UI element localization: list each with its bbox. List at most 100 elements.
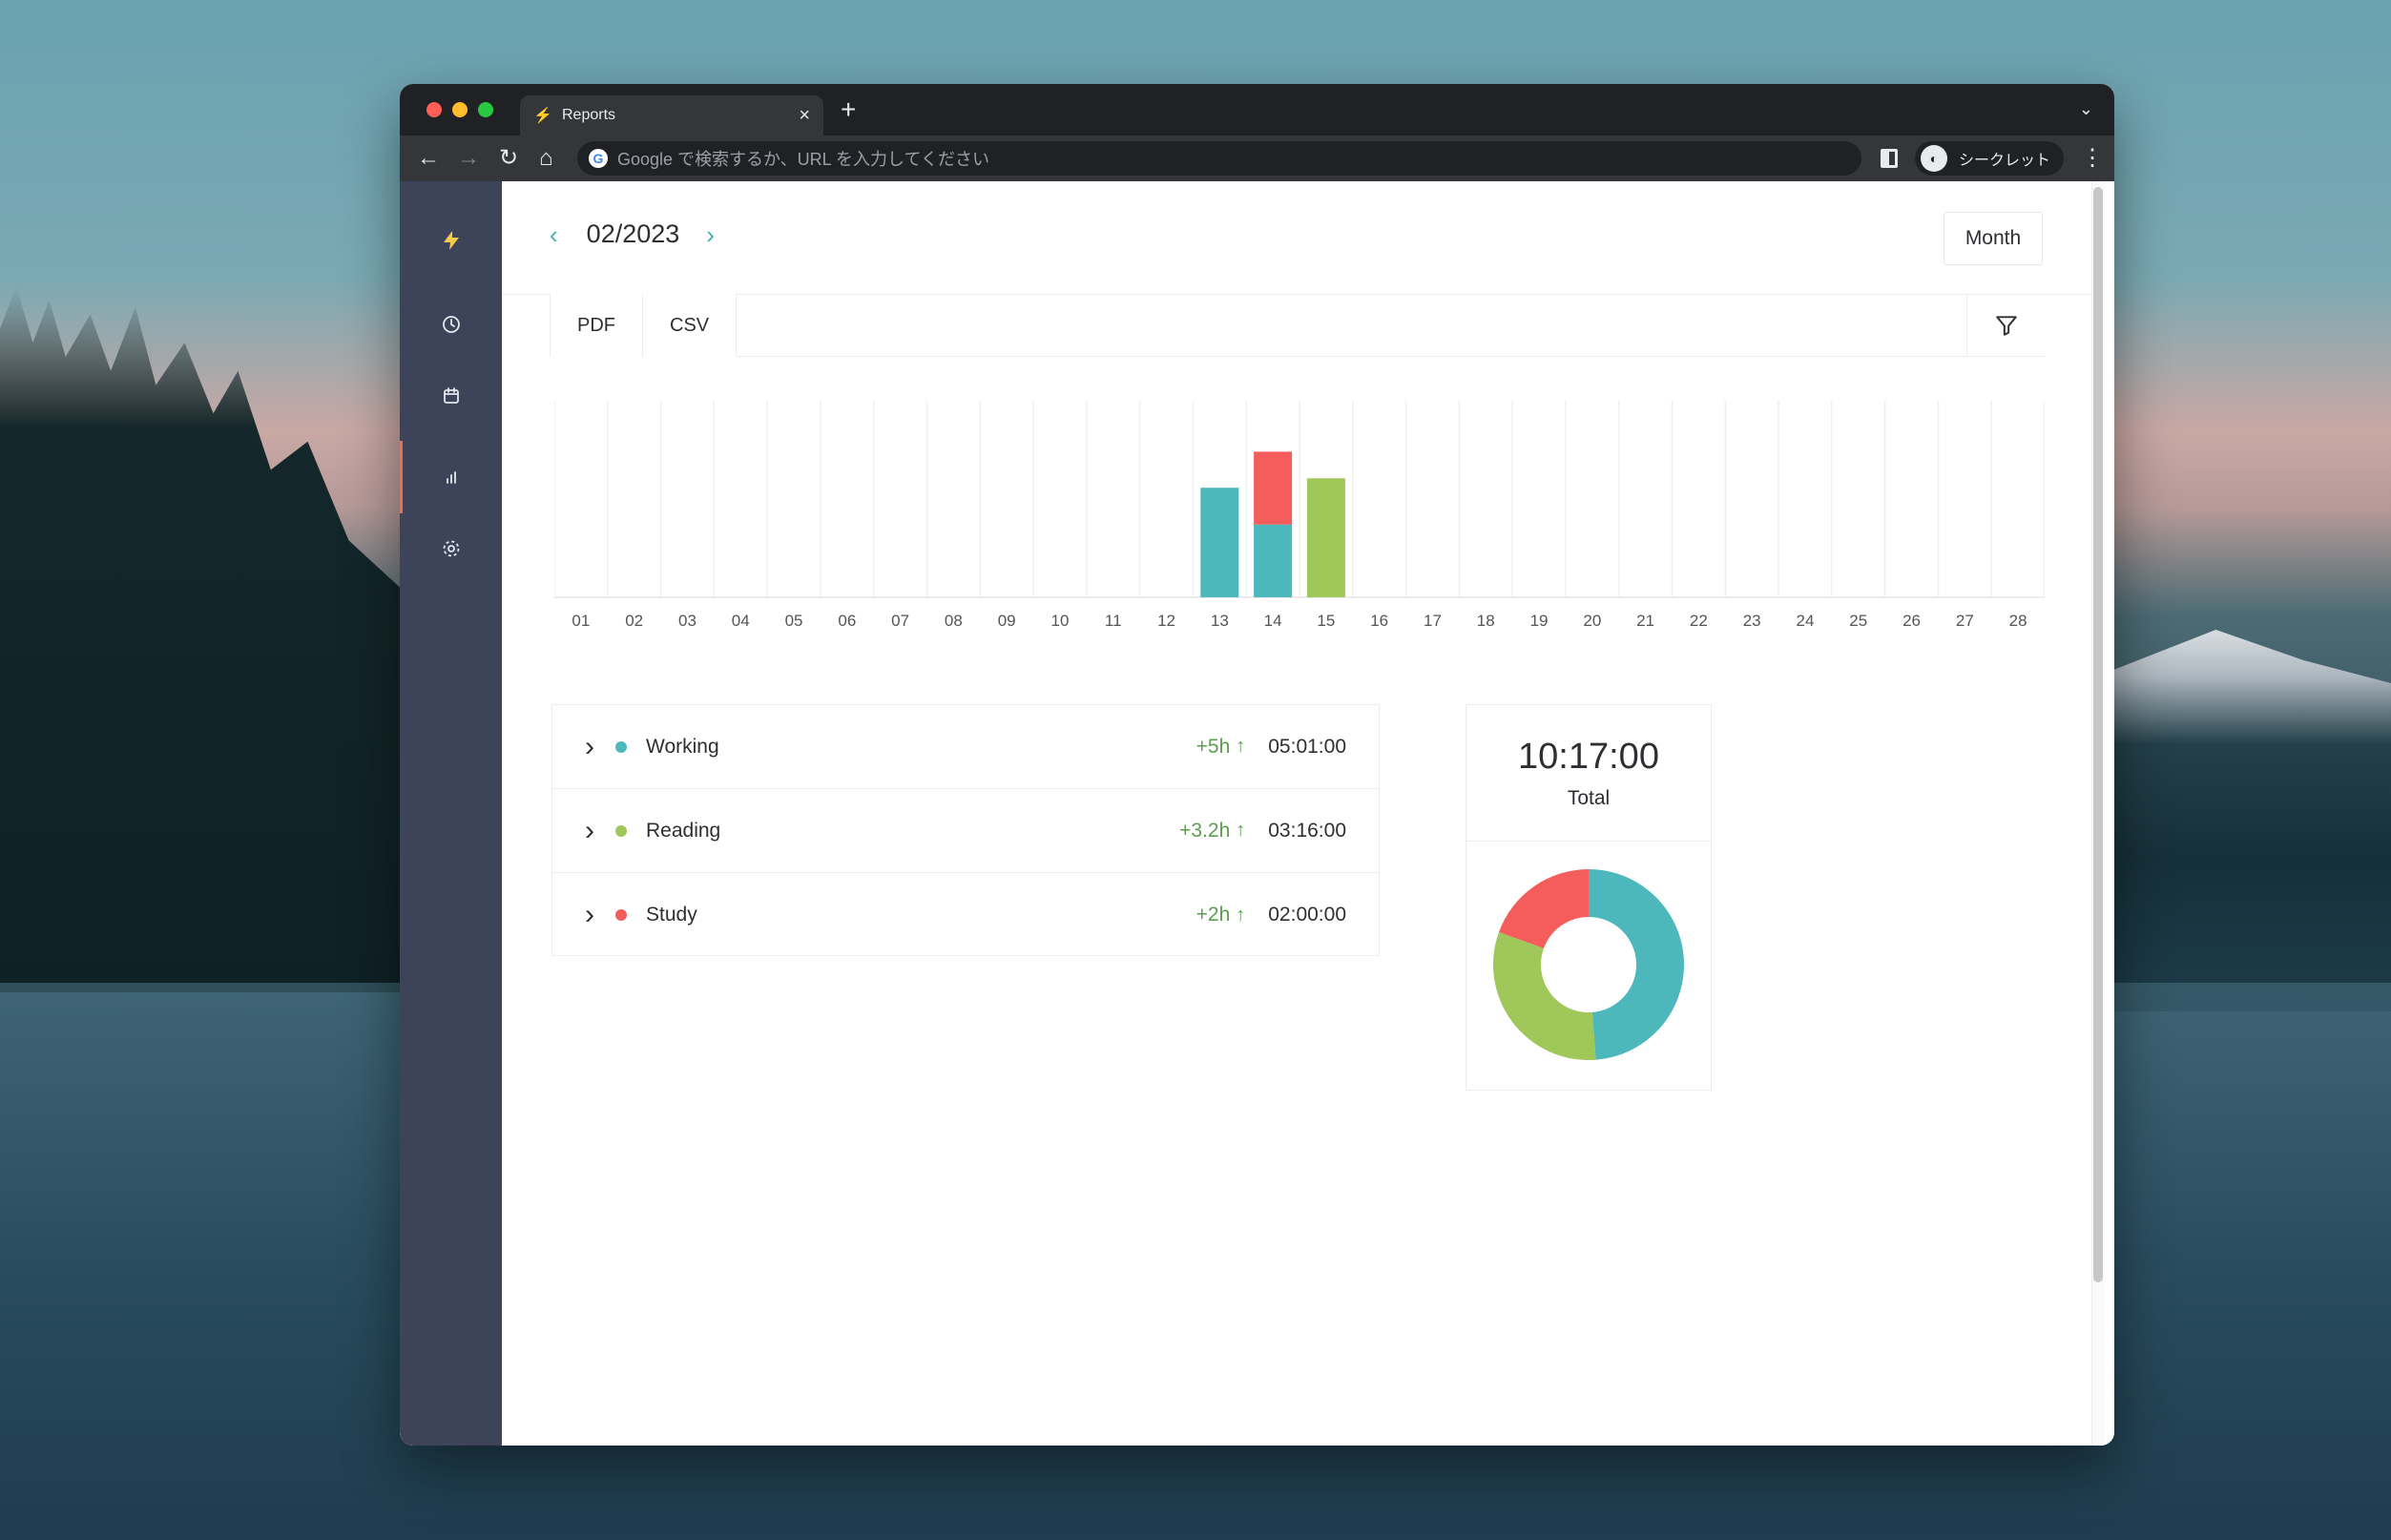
export-toolbar: PDF CSV xyxy=(550,294,2045,357)
export-csv-button[interactable]: CSV xyxy=(643,294,738,357)
activity-list: › Working +5h ↑ 05:01:00 › Reading +3.2h ↑ 03:16:… xyxy=(551,704,1380,956)
x-tick-label: 02 xyxy=(625,612,643,630)
x-tick-label: 15 xyxy=(1317,612,1335,630)
close-tab-icon[interactable]: × xyxy=(799,105,810,127)
background-mountain xyxy=(2099,630,2391,1011)
bar-study-14[interactable] xyxy=(1254,451,1293,525)
activity-name: Reading xyxy=(646,819,721,842)
browser-tab[interactable]: ⚡ Reports × xyxy=(520,95,823,135)
reload-icon[interactable]: ↻ xyxy=(499,145,518,172)
x-tick-label: 06 xyxy=(838,612,856,630)
clock-icon xyxy=(442,316,460,333)
activity-delta: +5h xyxy=(1196,735,1231,758)
main-content: ‹ 02/2023 › Month PDF CSV 01 02 03 04 05 06 07… xyxy=(502,181,2105,1446)
x-tick-label: 04 xyxy=(732,612,750,630)
view-mode-button[interactable]: Month xyxy=(1944,212,2043,265)
incognito-profile-button[interactable]: ◐ シークレット xyxy=(1915,141,2065,176)
activity-row-working[interactable]: › Working +5h ↑ 05:01:00 xyxy=(552,705,1379,789)
forward-arrow-icon[interactable]: → xyxy=(457,145,480,172)
up-arrow-icon: ↑ xyxy=(1236,904,1246,926)
browser-toolbar: ← → ↻ ⌂ G Google で検索するか、URL を入力してください ◐ … xyxy=(400,135,2114,181)
x-tick-label: 07 xyxy=(891,612,909,630)
sidebar-item-reports[interactable] xyxy=(400,448,502,506)
x-tick-label: 22 xyxy=(1690,612,1708,630)
expand-chevron-icon[interactable]: › xyxy=(585,815,606,847)
activity-row-reading[interactable]: › Reading +3.2h ↑ 03:16:00 xyxy=(552,789,1379,873)
sidebar xyxy=(400,181,502,1446)
browser-menu-icon[interactable]: ⋮ xyxy=(2081,145,2104,172)
back-arrow-icon[interactable]: ← xyxy=(417,145,440,172)
activity-time: 02:00:00 xyxy=(1268,904,1346,926)
activity-color-dot xyxy=(615,824,627,837)
period-label: 02/2023 xyxy=(586,219,680,248)
background-forest xyxy=(0,286,410,992)
x-tick-label: 28 xyxy=(2009,612,2027,630)
activity-time: 05:01:00 xyxy=(1268,735,1346,758)
incognito-label: シークレット xyxy=(1959,153,2051,169)
tab-search-chevron-icon[interactable]: ⌄ xyxy=(2079,99,2093,119)
minimize-window-button[interactable] xyxy=(452,102,468,117)
daily-bar-chart: 01 02 03 04 05 06 07 08 09 10 11 12 13 14 15 16 17 18 19 20… xyxy=(553,401,2046,637)
expand-chevron-icon[interactable]: › xyxy=(585,899,606,931)
bar-reading-15[interactable] xyxy=(1306,478,1345,597)
activity-color-dot xyxy=(615,740,627,753)
export-pdf-button[interactable]: PDF xyxy=(551,294,643,357)
new-tab-button[interactable]: + xyxy=(841,96,856,123)
bar-working-14[interactable] xyxy=(1254,524,1293,597)
scrollbar-thumb[interactable] xyxy=(2093,187,2103,1282)
up-arrow-icon: ↑ xyxy=(1236,820,1246,841)
lightning-icon: ⚡ xyxy=(533,108,552,124)
total-label: Total xyxy=(1567,786,1611,809)
bar-chart-icon xyxy=(446,471,456,484)
x-tick-label: 21 xyxy=(1636,612,1654,630)
filter-button[interactable] xyxy=(1966,294,2045,357)
side-panel-icon[interactable] xyxy=(1881,149,1898,168)
browser-titlebar: ⚡ Reports × + ⌄ xyxy=(400,84,2114,135)
activity-name: Working xyxy=(646,735,719,758)
x-tick-label: 19 xyxy=(1530,612,1549,630)
close-window-button[interactable] xyxy=(426,102,442,117)
sidebar-item-timer[interactable] xyxy=(400,296,502,353)
incognito-icon: ◐ xyxy=(1921,145,1947,172)
donut-slice-reading[interactable] xyxy=(1493,931,1596,1060)
donut-chart xyxy=(1493,869,1685,1060)
app: ‹ 02/2023 › Month PDF CSV 01 02 03 04 05 06 07… xyxy=(400,181,2114,1446)
scrollbar[interactable] xyxy=(2091,181,2105,1446)
x-tick-label: 16 xyxy=(1370,612,1388,630)
x-tick-label: 08 xyxy=(945,612,963,630)
previous-period-chevron-icon[interactable]: ‹ xyxy=(550,222,558,247)
filter-icon xyxy=(1995,316,2017,336)
total-summary: 10:17:00 Total xyxy=(1466,705,1711,842)
browser-window: ⚡ Reports × + ⌄ ← → ↻ ⌂ G Google で検索するか、… xyxy=(400,84,2114,1446)
period-navigator: ‹ 02/2023 › xyxy=(550,219,715,249)
gear-icon xyxy=(443,540,459,557)
activity-name: Study xyxy=(646,904,697,926)
home-icon[interactable]: ⌂ xyxy=(539,145,553,172)
total-card: 10:17:00 Total xyxy=(1466,704,1712,1091)
up-arrow-icon: ↑ xyxy=(1236,736,1246,757)
donut-slice-working[interactable] xyxy=(1589,869,1685,1060)
next-period-chevron-icon[interactable]: › xyxy=(706,222,715,247)
address-bar[interactable]: G Google で検索するか、URL を入力してください xyxy=(577,141,1861,176)
activity-delta: +3.2h xyxy=(1179,819,1231,842)
tab-title: Reports xyxy=(562,107,616,123)
sidebar-item-calendar[interactable] xyxy=(400,367,502,425)
sidebar-item-settings[interactable] xyxy=(400,520,502,577)
expand-chevron-icon[interactable]: › xyxy=(585,731,606,763)
activity-time: 03:16:00 xyxy=(1268,819,1346,842)
x-tick-label: 03 xyxy=(678,612,697,630)
x-tick-label: 25 xyxy=(1849,612,1867,630)
maximize-window-button[interactable] xyxy=(478,102,493,117)
x-tick-label: 14 xyxy=(1264,612,1282,630)
activity-row-study[interactable]: › Study +2h ↑ 02:00:00 xyxy=(552,873,1379,957)
logo-lightning-icon[interactable] xyxy=(400,212,502,269)
activity-delta: +2h xyxy=(1196,904,1231,926)
bar-chart-svg: 01 02 03 04 05 06 07 08 09 10 11 12 13 14 15 16 17 18 19 20… xyxy=(553,401,2046,630)
x-tick-label: 10 xyxy=(1051,612,1070,630)
total-value: 10:17:00 xyxy=(1518,736,1659,777)
x-tick-label: 09 xyxy=(998,612,1016,630)
bar-working-13[interactable] xyxy=(1200,488,1239,597)
x-tick-label: 23 xyxy=(1743,612,1761,630)
x-tick-label: 13 xyxy=(1211,612,1229,630)
donut-slice-study[interactable] xyxy=(1499,869,1589,948)
